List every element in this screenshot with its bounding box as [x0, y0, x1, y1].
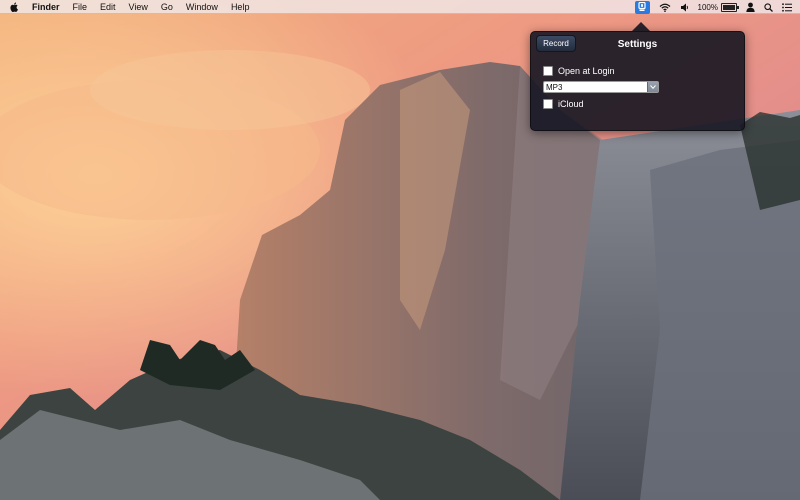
- menu-window[interactable]: Window: [186, 2, 218, 12]
- apple-menu-icon[interactable]: [10, 1, 20, 13]
- menu-help[interactable]: Help: [231, 2, 250, 12]
- open-at-login-row[interactable]: Open at Login: [543, 66, 615, 76]
- battery-icon: [721, 2, 739, 12]
- wifi-icon[interactable]: [659, 3, 671, 12]
- menu-app-finder[interactable]: Finder: [32, 2, 60, 12]
- battery-percent: 100%: [697, 2, 718, 12]
- list-icon[interactable]: [782, 2, 792, 12]
- popover-title: Settings: [617, 39, 658, 50]
- format-select-value: MP3: [546, 83, 563, 92]
- search-icon[interactable]: [764, 2, 773, 12]
- format-select[interactable]: MP3: [543, 81, 659, 93]
- volume-icon[interactable]: [680, 3, 689, 12]
- popover-arrow: [632, 22, 650, 31]
- icloud-row[interactable]: iCloud: [543, 99, 584, 109]
- settings-popover: Record Settings Open at Login MP3 iCloud: [530, 31, 745, 131]
- menu-go[interactable]: Go: [161, 2, 173, 12]
- user-icon[interactable]: [746, 2, 755, 12]
- icloud-label: iCloud: [558, 99, 584, 109]
- menu-file[interactable]: File: [73, 2, 88, 12]
- menu-view[interactable]: View: [129, 2, 148, 12]
- menu-bar: Finder File Edit View Go Window Help 100…: [0, 0, 800, 14]
- menu-edit[interactable]: Edit: [100, 2, 116, 12]
- open-at-login-checkbox[interactable]: [543, 66, 553, 76]
- icloud-checkbox[interactable]: [543, 99, 553, 109]
- status-area: 100%: [634, 0, 792, 14]
- app-status-icon[interactable]: [634, 0, 650, 14]
- chevron-down-icon[interactable]: [647, 82, 658, 92]
- open-at-login-label: Open at Login: [558, 66, 615, 76]
- battery-status[interactable]: 100%: [697, 2, 739, 12]
